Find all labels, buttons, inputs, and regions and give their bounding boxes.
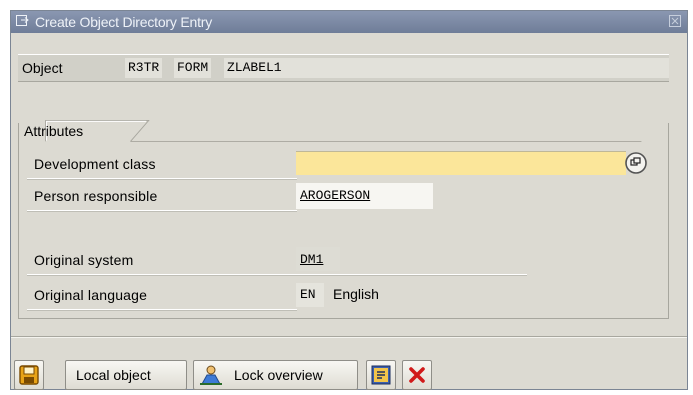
- original-language-code-field: EN: [296, 283, 324, 307]
- object-type: FORM: [174, 58, 212, 78]
- object-pgmid: R3TR: [125, 58, 163, 78]
- original-system-value: DM1: [300, 252, 324, 267]
- original-language-code: EN: [300, 287, 316, 302]
- original-system-label: Original system: [34, 252, 134, 268]
- divider: [27, 178, 297, 179]
- person-responsible-input[interactable]: AROGERSON: [296, 183, 433, 209]
- object-name: ZLABEL1: [224, 58, 669, 78]
- original-language-name: English: [333, 286, 379, 302]
- window-title: Create Object Directory Entry: [35, 14, 213, 30]
- close-icon[interactable]: [669, 15, 681, 27]
- title-bar: Create Object Directory Entry: [11, 11, 687, 33]
- divider: [27, 274, 527, 275]
- object-row: Object R3TR FORM ZLABEL1: [18, 54, 669, 82]
- original-language-label: Original language: [34, 287, 148, 303]
- divider: [27, 309, 297, 310]
- red-x-cancel-icon: [409, 367, 425, 383]
- local-object-label: Local object: [76, 367, 151, 383]
- cancel-button[interactable]: [402, 360, 432, 390]
- local-object-button[interactable]: Local object: [65, 360, 187, 390]
- person-responsible-label: Person responsible: [34, 188, 158, 204]
- toolbar-separator: [11, 336, 687, 337]
- development-class-input[interactable]: [296, 151, 626, 175]
- person-responsible-value: AROGERSON: [300, 188, 371, 203]
- attributes-group-title: Attributes: [24, 123, 84, 139]
- object-label: Object: [22, 60, 63, 76]
- lock-overview-button[interactable]: Lock overview: [193, 360, 358, 390]
- floppy-disk-icon: [19, 365, 39, 385]
- display-icon: [371, 365, 391, 385]
- original-system-field: DM1: [296, 247, 340, 271]
- attributes-tab-shape: [45, 120, 642, 142]
- development-class-label: Development class: [34, 156, 156, 172]
- person-lock-icon: [200, 365, 222, 385]
- dialog-icon: [16, 15, 29, 26]
- divider: [27, 210, 297, 211]
- save-button[interactable]: [14, 360, 44, 390]
- search-help-icon[interactable]: [623, 151, 649, 175]
- lock-overview-label: Lock overview: [234, 367, 323, 383]
- dialog-window: Create Object Directory Entry Object R3T…: [10, 10, 688, 390]
- display-button[interactable]: [366, 360, 396, 390]
